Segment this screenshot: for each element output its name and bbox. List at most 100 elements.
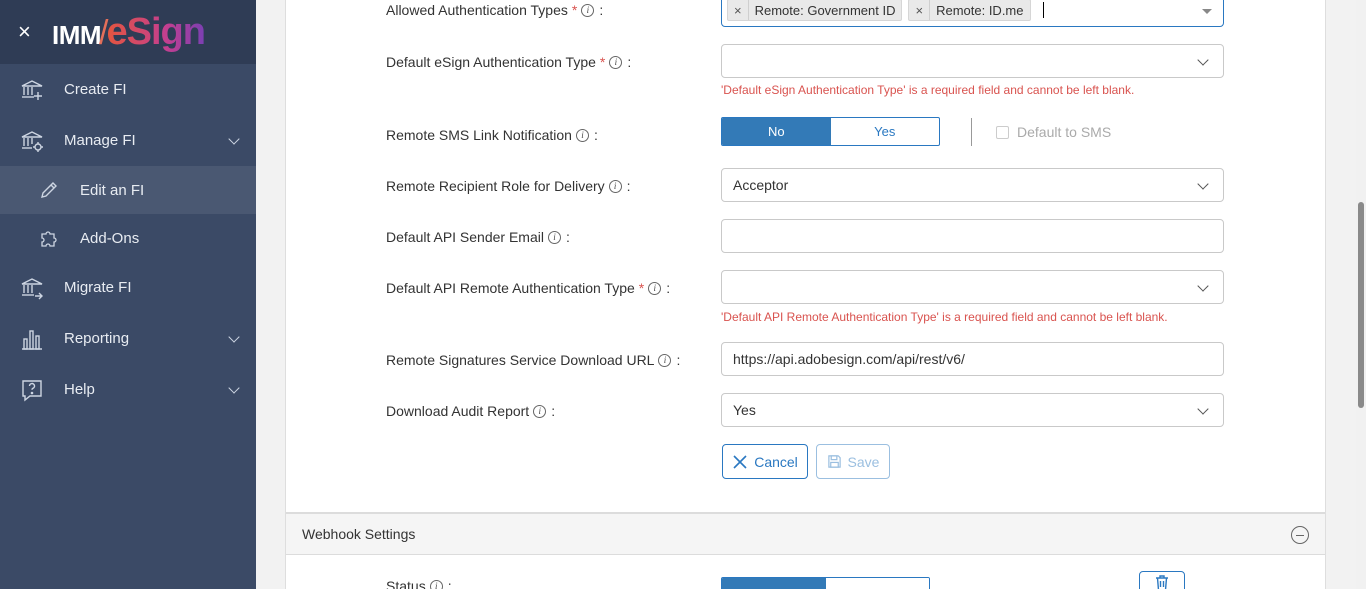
label-text: Remote SMS Link Notification: [386, 127, 572, 143]
info-icon[interactable]: i: [533, 404, 547, 418]
colon: :: [447, 578, 452, 589]
chevron-down-icon: [1197, 178, 1209, 190]
audit-report-label: Download Audit Report i :: [386, 403, 555, 419]
sidebar-item-label: Add-Ons: [80, 229, 140, 247]
chevron-down-icon: [228, 381, 240, 394]
chevron-down-icon: [1197, 403, 1209, 415]
audit-report-select[interactable]: Yes: [721, 393, 1224, 427]
save-button[interactable]: Save: [816, 444, 890, 479]
select-value: Acceptor: [733, 177, 789, 193]
download-url-label: Remote Signatures Service Download URL i…: [386, 352, 680, 368]
allowed-auth-multiselect[interactable]: × Remote: Government ID × Remote: ID.me: [721, 0, 1224, 27]
webhook-status-label: Status i :: [386, 578, 452, 589]
button-label: Save: [847, 453, 880, 470]
sidebar-item-edit-fi[interactable]: Edit an FI: [0, 166, 256, 214]
colon: :: [676, 352, 681, 368]
label-text: Allowed Authentication Types: [386, 2, 568, 18]
remove-tag-icon[interactable]: ×: [728, 0, 749, 20]
default-esign-auth-label: Default eSign Authentication Type * i :: [386, 54, 631, 70]
collapse-icon[interactable]: [1291, 526, 1309, 544]
toggle-activated[interactable]: [722, 578, 826, 589]
label-text: Default API Sender Email: [386, 229, 544, 245]
tag-id-me: × Remote: ID.me: [908, 0, 1031, 21]
app-logo: IMM / eSign: [52, 11, 206, 54]
section-title: Webhook Settings: [302, 526, 416, 542]
colon: :: [627, 54, 632, 70]
dropdown-triangle-icon[interactable]: [1202, 9, 1212, 14]
recipient-role-label: Remote Recipient Role for Delivery i :: [386, 178, 631, 194]
info-icon[interactable]: i: [609, 55, 623, 69]
info-icon[interactable]: i: [575, 128, 589, 142]
required-marker: *: [638, 280, 645, 296]
default-esign-auth-select[interactable]: [721, 44, 1224, 78]
info-icon[interactable]: i: [429, 579, 443, 589]
default-to-sms-checkbox[interactable]: Default to SMS: [996, 124, 1111, 140]
api-sender-email-input[interactable]: [721, 219, 1224, 253]
delete-webhook-button[interactable]: [1139, 571, 1185, 589]
sidebar-item-manage-fi[interactable]: Manage FI: [0, 115, 256, 166]
colon: :: [551, 403, 556, 419]
input-value: https://api.adobesign.com/api/rest/v6/: [733, 351, 965, 367]
main-content: Allowed Authentication Types * i : × Rem…: [256, 0, 1366, 589]
question-bubble-icon: [20, 378, 44, 402]
info-icon[interactable]: i: [547, 230, 561, 244]
sidebar-item-label: Help: [64, 381, 95, 398]
close-icon: [733, 454, 747, 469]
colon: :: [565, 229, 570, 245]
page-scrollbar[interactable]: [1356, 0, 1366, 589]
chevron-down-icon: [1197, 54, 1209, 66]
chevron-down-icon: [1197, 280, 1209, 292]
download-url-input[interactable]: https://api.adobesign.com/api/rest/v6/: [721, 342, 1224, 376]
webhook-status-toggle[interactable]: [721, 577, 930, 589]
settings-panel: Allowed Authentication Types * i : × Rem…: [285, 0, 1326, 589]
api-sender-email-label: Default API Sender Email i :: [386, 229, 570, 245]
required-marker: *: [571, 2, 578, 18]
sidebar-item-help[interactable]: Help: [0, 364, 256, 415]
sidebar-item-migrate-fi[interactable]: Migrate FI: [0, 262, 256, 313]
label-text: Download Audit Report: [386, 403, 530, 419]
colon: :: [666, 280, 671, 296]
remote-sms-toggle: No Yes: [721, 117, 940, 146]
required-marker: *: [599, 54, 606, 70]
sidebar-item-label: Edit an FI: [80, 181, 145, 199]
bank-arrow-icon: [20, 276, 44, 300]
info-icon[interactable]: i: [648, 281, 662, 295]
remove-tag-icon[interactable]: ×: [909, 0, 931, 20]
colon: :: [626, 178, 631, 194]
sidebar-item-reporting[interactable]: Reporting: [0, 313, 256, 364]
sidebar-item-add-ons[interactable]: Add-Ons: [0, 214, 256, 262]
cancel-button[interactable]: Cancel: [722, 444, 808, 479]
api-remote-auth-error: 'Default API Remote Authentication Type'…: [721, 310, 1168, 324]
checkbox-label: Default to SMS: [1017, 124, 1112, 140]
toggle-yes[interactable]: Yes: [831, 118, 940, 145]
scrollbar-thumb[interactable]: [1358, 202, 1364, 408]
info-icon[interactable]: i: [658, 353, 672, 367]
text-cursor: [1042, 2, 1044, 18]
recipient-role-select[interactable]: Acceptor: [721, 168, 1224, 202]
puzzle-icon: [38, 227, 60, 249]
bar-chart-icon: [20, 327, 44, 351]
api-remote-auth-select[interactable]: [721, 270, 1224, 304]
info-icon[interactable]: i: [608, 179, 622, 193]
chevron-down-icon: [228, 330, 240, 343]
select-value: Yes: [733, 402, 756, 418]
divider: [971, 118, 972, 146]
tag-label: Remote: Government ID: [754, 2, 896, 18]
toggle-deactivated[interactable]: [825, 578, 929, 589]
logo-imm: IMM: [52, 19, 102, 50]
sidebar-item-label: Manage FI: [64, 132, 136, 149]
tag-label: Remote: ID.me: [936, 2, 1024, 18]
default-esign-auth-error: 'Default eSign Authentication Type' is a…: [721, 83, 1135, 97]
chevron-down-icon: [228, 132, 240, 145]
webhook-settings-header[interactable]: Webhook Settings: [286, 512, 1325, 555]
floppy-disk-icon: [827, 455, 841, 468]
sidebar-item-create-fi[interactable]: Create FI: [0, 64, 256, 115]
close-sidebar-icon[interactable]: ×: [18, 21, 38, 43]
brand-bar: × IMM / eSign: [0, 0, 256, 64]
toggle-no[interactable]: No: [722, 118, 831, 145]
info-icon[interactable]: i: [581, 3, 595, 17]
tag-government-id: × Remote: Government ID: [727, 0, 903, 21]
trash-icon: [1156, 575, 1168, 589]
label-text: Default eSign Authentication Type: [386, 54, 596, 70]
checkbox-box[interactable]: [996, 125, 1009, 139]
